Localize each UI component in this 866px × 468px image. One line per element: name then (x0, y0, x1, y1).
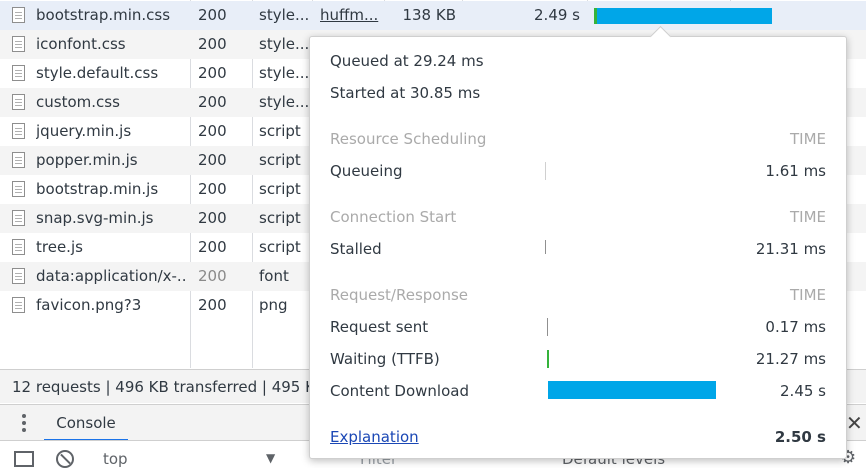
timing-row-value: 2.45 s (780, 382, 826, 400)
timing-row-label: Content Download (330, 382, 469, 400)
section-title: Request/Response (330, 286, 469, 304)
request-name: iconfont.css (36, 35, 126, 53)
explanation-link[interactable]: Explanation (330, 428, 419, 446)
file-icon (12, 123, 25, 139)
request-name: data:application/x-... (36, 267, 186, 285)
started-at-text: Started at 30.85 ms (330, 84, 481, 102)
file-icon (12, 268, 25, 284)
content-download-bar (548, 381, 716, 399)
request-status: 200 (198, 93, 227, 111)
file-icon (12, 297, 25, 313)
timing-popover: Queued at 29.24 ms Started at 30.85 ms R… (309, 25, 847, 459)
network-summary-text: 12 requests | 496 KB transferred | 495 K (12, 378, 315, 396)
kebab-menu-icon[interactable] (22, 414, 26, 432)
file-icon (12, 181, 25, 197)
request-status: 200 (198, 64, 227, 82)
request-name: jquery.min.js (36, 122, 132, 140)
timing-row-value: 21.27 ms (755, 350, 826, 368)
request-type: style... (259, 6, 309, 24)
request-sent-bar (547, 318, 548, 336)
queued-at-text: Queued at 29.24 ms (330, 52, 484, 70)
request-name: popper.min.js (36, 151, 138, 169)
file-icon (12, 210, 25, 226)
request-type: script (259, 180, 301, 198)
file-icon (12, 7, 25, 23)
request-name: tree.js (36, 238, 83, 256)
request-type: font (259, 267, 289, 285)
dropdown-arrow-icon[interactable]: ▼ (266, 451, 275, 465)
request-initiator-link[interactable]: huffm... (320, 1, 380, 30)
request-type: style... (259, 35, 309, 53)
queueing-bar (545, 162, 546, 180)
timing-row-label: Queueing (330, 162, 403, 180)
section-title: Connection Start (330, 208, 457, 226)
request-name: custom.css (36, 93, 120, 111)
total-time: 2.50 s (774, 428, 826, 446)
request-name: bootstrap.min.css (36, 6, 171, 24)
request-status: 200 (198, 35, 227, 53)
timing-row-label: Request sent (330, 318, 429, 336)
request-type: style... (259, 64, 309, 82)
time-column-label: TIME (789, 208, 826, 226)
request-time: 2.49 s (534, 6, 580, 24)
request-name: favicon.png?3 (36, 296, 142, 314)
table-row[interactable]: bootstrap.min.css 200 style... huffm... … (0, 1, 866, 30)
request-type: script (259, 122, 301, 140)
timing-row-value: 1.61 ms (765, 162, 826, 180)
request-type: script (259, 238, 301, 256)
stalled-bar (545, 240, 546, 254)
time-column-label: TIME (789, 130, 826, 148)
timing-row-label: Stalled (330, 240, 382, 258)
timing-row-label: Waiting (TTFB) (330, 350, 440, 368)
request-name: style.default.css (36, 64, 159, 82)
request-status: 200 (198, 151, 227, 169)
tab-console-label: Console (56, 414, 116, 432)
file-icon (12, 36, 25, 52)
tab-console[interactable]: Console (44, 405, 128, 441)
request-status: 200 (198, 238, 227, 256)
time-column-label: TIME (789, 286, 826, 304)
request-status: 200 (198, 122, 227, 140)
request-status: 200 (198, 209, 227, 227)
timing-row-value: 21.31 ms (755, 240, 826, 258)
timing-row-value: 0.17 ms (765, 318, 826, 336)
file-icon (12, 94, 25, 110)
request-type: script (259, 209, 301, 227)
request-status: 200 (198, 6, 227, 24)
context-selector[interactable]: top (103, 450, 128, 468)
request-type: png (259, 296, 288, 314)
block-icon[interactable] (56, 450, 74, 468)
request-type: style... (259, 93, 309, 111)
file-icon (12, 65, 25, 81)
file-icon (12, 239, 25, 255)
waterfall-download-bar[interactable] (597, 8, 772, 24)
context-label: top (103, 450, 128, 468)
request-type: script (259, 151, 301, 169)
section-title: Resource Scheduling (330, 130, 487, 148)
close-icon[interactable]: ✕ (846, 411, 863, 435)
request-status: 200 (198, 296, 227, 314)
request-status: 200 (198, 180, 227, 198)
request-size: 138 KB (402, 6, 456, 24)
sidebar-toggle-icon[interactable] (14, 451, 34, 467)
request-status: 200 (198, 267, 227, 285)
request-name: snap.svg-min.js (36, 209, 154, 227)
ttfb-bar (547, 350, 549, 368)
file-icon (12, 152, 25, 168)
request-name: bootstrap.min.js (36, 180, 159, 198)
